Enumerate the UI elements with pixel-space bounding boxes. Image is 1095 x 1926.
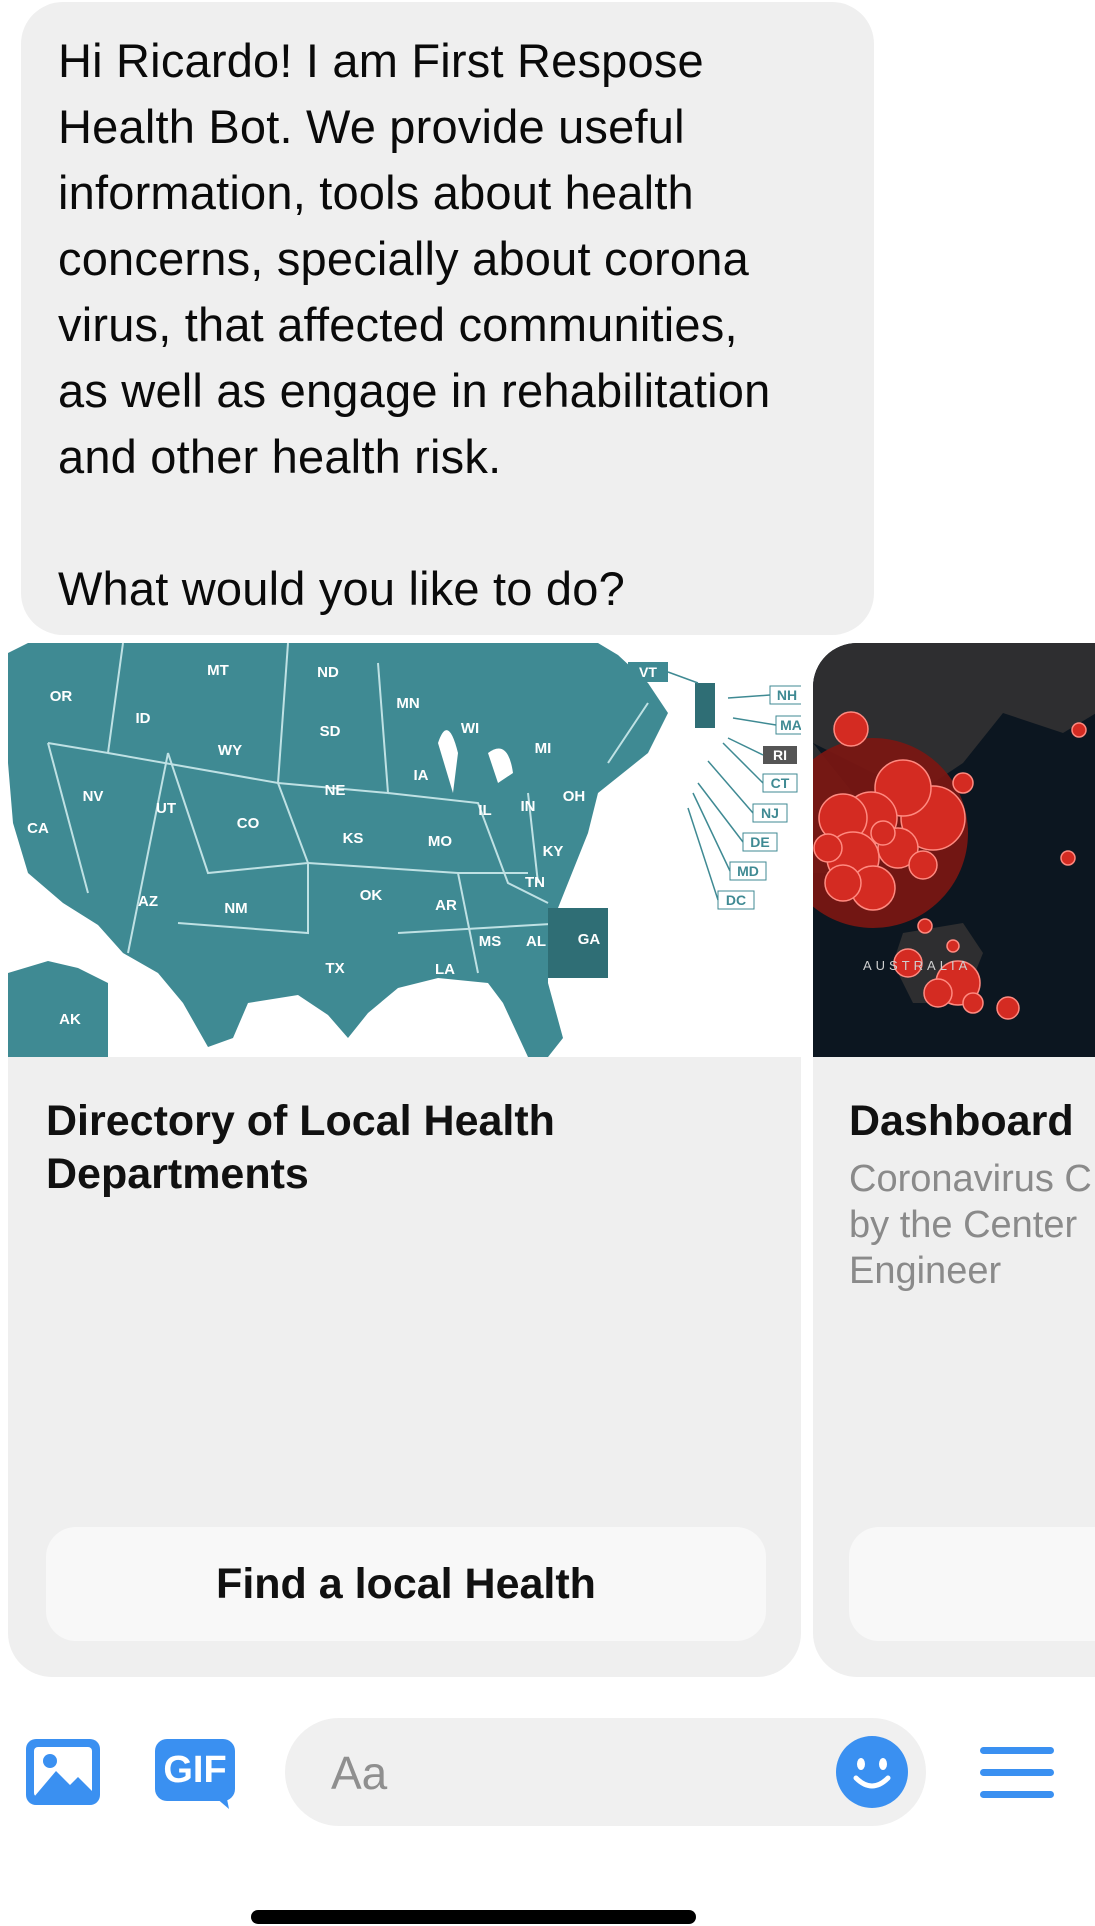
us-states-map-image: OR MT ND ID WY SD MN WI MI NY NV UT CO NE IA IL IN O… [8, 643, 801, 1057]
card-subtitle: Coronavirus C by the Center Engineer [849, 1158, 1092, 1292]
bot-message-text: Hi Ricardo! I am First Respose Health Bo… [58, 34, 771, 615]
svg-text:MS: MS [479, 933, 502, 950]
svg-text:OK: OK [360, 887, 383, 904]
svg-text:IA: IA [414, 767, 429, 784]
svg-text:MI: MI [535, 740, 552, 757]
svg-text:IL: IL [478, 802, 491, 819]
emoji-icon[interactable] [836, 1736, 908, 1808]
svg-text:MN: MN [396, 695, 419, 712]
svg-text:CO: CO [237, 815, 260, 832]
find-local-health-button[interactable]: Find a local Health [46, 1527, 766, 1641]
message-composer: GIF [0, 1705, 1095, 1835]
svg-text:MD: MD [737, 863, 759, 879]
svg-text:MO: MO [428, 833, 452, 850]
message-input[interactable] [329, 1738, 803, 1808]
svg-text:NV: NV [83, 788, 104, 805]
card-dashboard[interactable]: AUSTRALIA Dashboard Coronavirus C by the… [813, 643, 1095, 1677]
menu-icon[interactable] [980, 1745, 1054, 1801]
svg-text:DE: DE [750, 834, 769, 850]
card-health-departments[interactable]: OR MT ND ID WY SD MN WI MI NY NV UT CO NE IA IL IN O… [8, 643, 801, 1677]
card-title: Dashboard [849, 1097, 1074, 1145]
svg-text:TX: TX [325, 960, 344, 977]
svg-text:NC: NC [639, 866, 661, 883]
photo-icon[interactable] [26, 1739, 100, 1805]
home-indicator [251, 1910, 696, 1924]
svg-text:VA: VA [639, 823, 659, 840]
svg-text:ID: ID [136, 710, 151, 727]
svg-text:MT: MT [207, 662, 229, 679]
svg-text:KS: KS [343, 830, 364, 847]
bot-message-bubble: Hi Ricardo! I am First Respose Health Bo… [21, 2, 874, 635]
svg-text:NJ: NJ [761, 805, 779, 821]
svg-text:FL: FL [615, 998, 633, 1015]
svg-text:OR: OR [50, 688, 73, 705]
svg-text:AL: AL [526, 933, 546, 950]
svg-text:AZ: AZ [138, 893, 158, 910]
svg-text:WY: WY [218, 742, 242, 759]
svg-text:ME: ME [726, 657, 747, 673]
svg-text:CA: CA [27, 820, 49, 837]
dashboard-card-button[interactable] [849, 1527, 1095, 1641]
svg-text:TN: TN [525, 874, 545, 891]
gif-icon[interactable]: GIF [155, 1739, 235, 1809]
svg-text:KY: KY [543, 843, 564, 860]
svg-text:RI: RI [773, 747, 787, 763]
svg-text:NH: NH [777, 687, 797, 703]
svg-text:UT: UT [156, 800, 176, 817]
svg-text:NM: NM [224, 900, 247, 917]
svg-text:OH: OH [563, 788, 586, 805]
svg-text:DC: DC [726, 892, 746, 908]
svg-text:VT: VT [639, 664, 657, 680]
svg-text:LA: LA [435, 961, 455, 978]
gif-label: GIF [163, 1749, 227, 1791]
svg-text:AK: AK [59, 1011, 81, 1028]
card-title: Directory of Local Health Departments [46, 1097, 555, 1198]
svg-text:ND: ND [317, 664, 339, 681]
svg-text:PA: PA [635, 765, 655, 782]
message-input-container[interactable] [285, 1718, 926, 1826]
svg-text:IN: IN [521, 798, 536, 815]
svg-text:NE: NE [325, 782, 346, 799]
svg-text:SC: SC [615, 901, 636, 918]
svg-text:MA: MA [780, 717, 801, 733]
svg-text:WV: WV [599, 815, 623, 832]
svg-text:SD: SD [320, 723, 341, 740]
svg-text:WI: WI [461, 720, 479, 737]
svg-text:NY: NY [664, 718, 685, 735]
svg-text:AR: AR [435, 897, 457, 914]
svg-text:GA: GA [578, 931, 601, 948]
covid-world-map-image: AUSTRALIA [813, 643, 1095, 1057]
svg-text:CT: CT [771, 775, 790, 791]
australia-label: AUSTRALIA [863, 958, 971, 973]
